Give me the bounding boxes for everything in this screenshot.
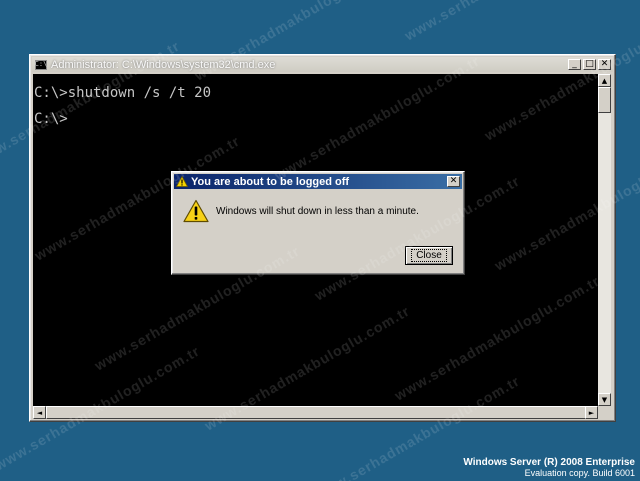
scrollbar-corner (598, 406, 611, 419)
scroll-right-button[interactable]: ► (585, 406, 598, 419)
logoff-dialog[interactable]: You are about to be logged off ✕ Windows… (171, 171, 465, 275)
build-info: Evaluation copy. Build 6001 (524, 468, 635, 478)
console-title: Administrator: C:\Windows\system32\cmd.e… (51, 58, 276, 71)
watermark-text: www.serhadmakbuloglu.com.tr (402, 0, 613, 43)
os-branding: Windows Server (R) 2008 Enterprise Evalu… (463, 457, 635, 479)
desktop: C:\ Administrator: C:\Windows\system32\c… (0, 0, 640, 481)
warning-icon (183, 199, 209, 227)
product-name: Windows Server (R) 2008 Enterprise (463, 457, 635, 468)
vertical-scroll-thumb[interactable] (598, 87, 611, 113)
maximize-button[interactable]: □ (583, 59, 596, 70)
close-button-label: Close (411, 249, 447, 262)
horizontal-scroll-thumb[interactable] (46, 406, 586, 419)
horizontal-scrollbar[interactable]: ◄ ► (33, 406, 598, 419)
dialog-message: Windows will shut down in less than a mi… (216, 206, 419, 217)
dialog-close-x-button[interactable]: ✕ (447, 176, 460, 187)
close-window-button[interactable]: ✕ (598, 59, 611, 70)
console-app-icon: C:\ (34, 59, 48, 70)
scroll-down-button[interactable]: ▼ (598, 393, 611, 406)
console-line: C:\> (34, 111, 68, 127)
scroll-left-button[interactable]: ◄ (33, 406, 46, 419)
console-titlebar[interactable]: C:\ Administrator: C:\Windows\system32\c… (32, 57, 613, 72)
vertical-scrollbar[interactable]: ▲ ▼ (598, 74, 611, 406)
console-line: C:\>shutdown /s /t 20 (34, 85, 212, 101)
dialog-titlebar[interactable]: You are about to be logged off ✕ (174, 174, 462, 189)
minimize-button[interactable]: _ (568, 59, 581, 70)
close-button[interactable]: Close (405, 246, 453, 265)
scroll-up-button[interactable]: ▲ (598, 74, 611, 87)
dialog-title: You are about to be logged off (191, 175, 350, 188)
warning-icon (175, 172, 189, 191)
